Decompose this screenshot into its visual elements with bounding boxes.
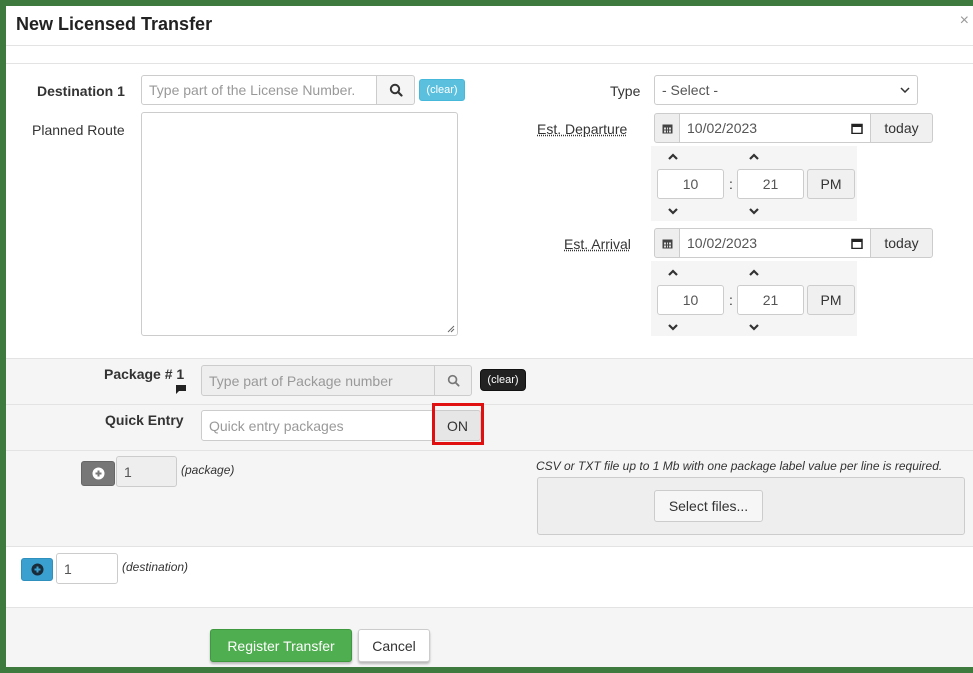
departure-date-input[interactable]: 10/02/2023 [679, 113, 871, 143]
package-search-button[interactable] [434, 365, 472, 396]
quick-entry-placeholder: Quick entry packages [209, 417, 344, 434]
departure-minute-up-icon[interactable] [748, 151, 760, 161]
arrival-ampm-toggle[interactable]: PM [807, 285, 855, 315]
modal-title: New Licensed Transfer [16, 14, 213, 34]
plus-circle-icon [31, 563, 43, 576]
departure-today-button[interactable]: today [870, 113, 933, 143]
departure-minute-down-icon[interactable] [748, 206, 760, 216]
modal-footer [6, 608, 973, 667]
departure-calendar-addon [654, 113, 680, 143]
package-count-suffix: (package) [181, 463, 235, 477]
upload-help-text: CSV or TXT file up to 1 Mb with one pack… [536, 459, 943, 473]
quick-entry-label: Quick Entry [105, 412, 184, 428]
package-input[interactable]: Type part of Package number [201, 365, 435, 396]
add-package-button[interactable] [81, 461, 115, 486]
destination-count-input[interactable]: 1 [56, 553, 118, 584]
toggle-highlight-box [432, 403, 484, 445]
departure-hour-down-icon[interactable] [667, 206, 679, 216]
destination-input[interactable]: Type part of the License Number. [141, 75, 377, 105]
packages-bottom-divider [6, 546, 973, 547]
plus-circle-icon [92, 467, 104, 480]
quick-entry-divider [6, 450, 973, 451]
arrival-hour-input[interactable]: 10 [657, 285, 724, 315]
destination-placeholder: Type part of the License Number. [149, 82, 356, 98]
departure-minute-input[interactable]: 21 [737, 169, 804, 199]
planned-route-label: Planned Route [32, 122, 125, 138]
arrival-minute-down-icon[interactable] [748, 322, 760, 332]
departure-ampm-toggle[interactable]: PM [807, 169, 855, 199]
departure-hour-up-icon[interactable] [667, 151, 679, 161]
arrival-today-button[interactable]: today [870, 228, 933, 258]
chevron-down-icon [900, 87, 910, 93]
package-clear-button[interactable]: (clear) [480, 369, 526, 391]
destination-clear-button[interactable]: (clear) [419, 79, 465, 101]
package-count-input[interactable]: 1 [116, 456, 177, 487]
arrival-date-input[interactable]: 10/02/2023 [679, 228, 871, 258]
type-select[interactable]: - Select - [654, 75, 918, 105]
arrival-minute-up-icon[interactable] [748, 267, 760, 277]
search-icon [447, 374, 460, 387]
arrival-calendar-addon [654, 228, 680, 258]
date-picker-icon[interactable] [851, 123, 863, 134]
add-destination-button[interactable] [21, 558, 53, 581]
package-divider [6, 404, 973, 405]
arrival-hour-down-icon[interactable] [667, 322, 679, 332]
package-label: Package # 1 [104, 366, 185, 382]
calendar-icon [662, 239, 672, 248]
new-licensed-transfer-modal: New Licensed Transfer × Destination 1 Ty… [6, 6, 973, 667]
departure-date-value: 10/02/2023 [687, 120, 758, 136]
package-placeholder: Type part of Package number [209, 372, 393, 389]
comment-icon[interactable] [175, 384, 187, 395]
arrival-date-value: 10/02/2023 [687, 235, 758, 251]
departure-label: Est. Departure [537, 121, 628, 137]
departure-time-separator: : [729, 176, 733, 192]
date-picker-icon[interactable] [851, 238, 863, 249]
arrival-hour-up-icon[interactable] [667, 267, 679, 277]
packages-top-divider [6, 358, 973, 359]
planned-route-textarea[interactable] [141, 112, 458, 336]
departure-hour-input[interactable]: 10 [657, 169, 724, 199]
calendar-icon [662, 124, 672, 133]
close-icon[interactable]: × [960, 12, 969, 30]
destination-search-button[interactable] [376, 75, 415, 105]
resize-handle-icon[interactable] [447, 325, 455, 333]
destination-count-suffix: (destination) [122, 560, 189, 574]
cancel-button[interactable]: Cancel [358, 629, 430, 662]
title-divider [6, 45, 973, 46]
arrival-time-separator: : [729, 292, 733, 308]
select-files-button[interactable]: Select files... [654, 490, 763, 522]
search-icon [389, 83, 403, 97]
destination-label: Destination 1 [37, 83, 125, 99]
arrival-minute-input[interactable]: 21 [737, 285, 804, 315]
arrival-label: Est. Arrival [564, 236, 631, 252]
type-label: Type [610, 83, 641, 99]
quick-entry-input[interactable]: Quick entry packages [201, 410, 434, 441]
top-divider [6, 63, 973, 64]
type-selected-value: - Select - [662, 82, 719, 98]
register-transfer-button[interactable]: Register Transfer [210, 629, 352, 662]
